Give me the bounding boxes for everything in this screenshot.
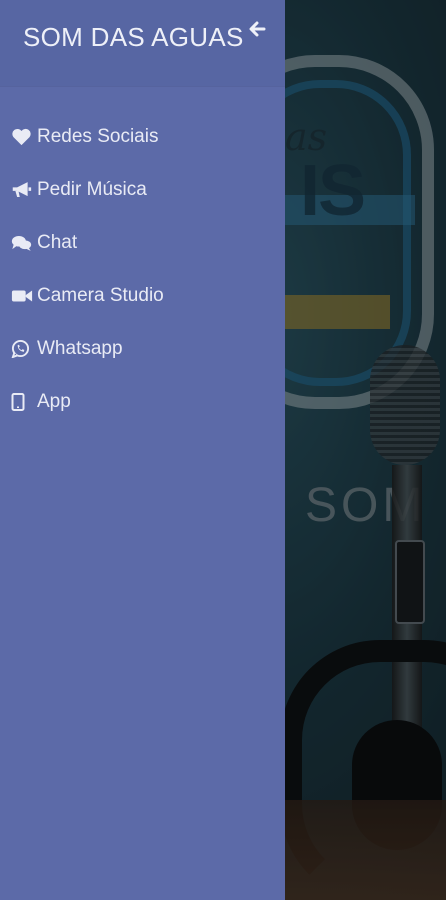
- heart-icon: [11, 127, 33, 147]
- tablet-icon: [11, 392, 33, 412]
- menu-item-redes-sociais[interactable]: Redes Sociais: [0, 110, 285, 163]
- chat-bubbles-icon: [11, 233, 33, 253]
- drawer-title: SOM DAS AGUAS: [23, 22, 244, 52]
- video-camera-icon: [11, 286, 33, 306]
- menu-item-label: Pedir Música: [37, 178, 147, 200]
- menu-item-label: Chat: [37, 231, 78, 253]
- arrow-left-icon[interactable]: [246, 18, 268, 40]
- drawer-menu: Redes Sociais Pedir Música Chat Camera S…: [0, 110, 285, 428]
- menu-item-label: Redes Sociais: [37, 125, 159, 147]
- menu-item-chat[interactable]: Chat: [0, 216, 285, 269]
- navigation-drawer: SOM DAS AGUAS Redes Sociais Pedir Música…: [0, 0, 285, 900]
- megaphone-icon: [11, 180, 33, 200]
- menu-item-label: App: [37, 390, 71, 412]
- menu-item-whatsapp[interactable]: Whatsapp: [0, 322, 285, 375]
- drawer-header: SOM DAS AGUAS: [0, 0, 285, 86]
- menu-item-label: Camera Studio: [37, 284, 164, 306]
- menu-item-app[interactable]: App: [0, 375, 285, 428]
- menu-item-label: Whatsapp: [37, 337, 123, 359]
- menu-item-pedir-musica[interactable]: Pedir Música: [0, 163, 285, 216]
- whatsapp-icon: [11, 339, 33, 359]
- menu-item-camera-studio[interactable]: Camera Studio: [0, 269, 285, 322]
